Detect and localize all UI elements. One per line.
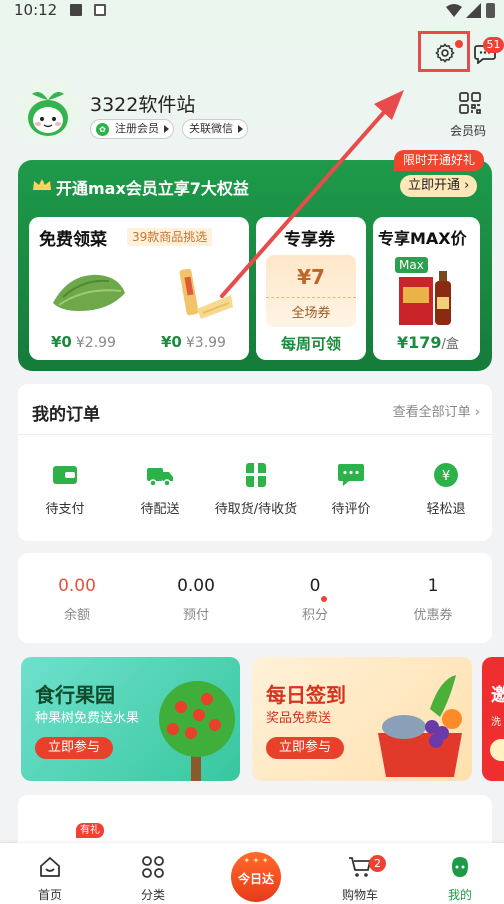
banner-title: 每日签到 — [266, 683, 346, 707]
wallet-label: 预付 — [182, 608, 209, 623]
view-all-orders-link[interactable]: 查看全部订单 › — [393, 401, 480, 420]
free-veg-item-price: ¥0 ¥2.99 — [51, 333, 116, 351]
mine-profile-icon — [452, 857, 468, 877]
wallet-value: 0.00 — [58, 576, 96, 596]
max-tag: Max — [395, 257, 428, 273]
wallet-icon — [53, 466, 77, 484]
view-all-orders-label: 查看全部订单 — [392, 405, 471, 420]
annotation-arrow — [220, 90, 404, 298]
tab-label: 我的 — [447, 888, 472, 902]
invite-banner[interactable]: 邀 洗 — [482, 657, 504, 781]
price-old: ¥2.99 — [75, 335, 116, 351]
order-status-label: 待支付 — [45, 502, 85, 517]
order-status-pending-pickup[interactable]: 待取货/待收货 — [206, 462, 306, 517]
wallet-balance[interactable]: 0.00 余额 — [27, 576, 127, 623]
order-status-pending-delivery[interactable]: 待配送 — [110, 462, 210, 517]
daily-checkin-banner[interactable]: 每日签到 奖品免费送 立即参与 — [252, 657, 472, 781]
comment-icon — [338, 464, 364, 486]
delivery-truck-icon — [147, 468, 173, 487]
orchard-banner[interactable]: 食行果园 种果树免费送水果 立即参与 — [21, 657, 240, 781]
fruit-tree-image — [159, 681, 235, 781]
wallet-value: 0 — [309, 576, 321, 596]
tab-category[interactable]: 分类 — [113, 843, 193, 904]
grocery-basket-image — [378, 675, 462, 777]
cart-icon — [349, 857, 371, 877]
max-price-unit: /盒 — [441, 337, 459, 352]
chevron-right-icon: › — [474, 405, 480, 420]
checkin-join-button[interactable]: 立即参与 — [266, 737, 344, 759]
wallet-panel: 0.00 余额 0.00 预付 0 积分 1 优惠券 — [18, 553, 492, 643]
cart-badge: 2 — [369, 855, 386, 872]
tab-cart[interactable]: 购物车 — [320, 843, 400, 904]
today-delivery-decoration: ✦ ✦ ✦ — [243, 856, 269, 865]
my-orders-panel: 我的订单 查看全部订单 › 待支付 待配送 待取货/待收货 待评价 ¥ 轻松退 — [18, 384, 492, 541]
tab-label: 首页 — [37, 888, 62, 902]
banner-subtitle: 种果树免费送水果 — [35, 711, 140, 726]
wallet-label: 积分 — [301, 608, 328, 623]
svg-text:¥: ¥ — [442, 469, 450, 484]
gift-tag: 有礼 — [76, 823, 104, 838]
order-status-label: 待取货/待收货 — [214, 502, 298, 517]
category-icon — [142, 856, 164, 878]
wallet-points[interactable]: 0 积分 — [265, 576, 365, 623]
wallet-label: 余额 — [63, 608, 90, 623]
order-status-easy-refund[interactable]: ¥ 轻松退 — [396, 462, 496, 517]
wallet-value: 0.00 — [177, 576, 215, 596]
package-icon — [246, 463, 266, 487]
price-old: ¥3.99 — [185, 335, 226, 351]
wallet-label: 优惠券 — [413, 608, 453, 623]
banner-subtitle: 奖品免费送 — [266, 711, 332, 726]
order-status-label: 待评价 — [331, 502, 371, 517]
max-price-amount: ¥179 — [397, 333, 442, 352]
max-price-value: ¥179/盒 — [397, 333, 459, 352]
wallet-value: 1 — [427, 576, 439, 596]
tab-label: 分类 — [140, 888, 165, 902]
orders-title: 我的订单 — [32, 405, 100, 425]
banner-title: 邀 — [491, 685, 504, 706]
banner-button — [490, 739, 504, 761]
order-status-label: 待配送 — [140, 502, 180, 517]
points-badge-dot — [321, 596, 327, 602]
refund-icon: ¥ — [434, 463, 458, 487]
banner-title: 食行果园 — [35, 683, 115, 707]
order-status-pending-review[interactable]: 待评价 — [301, 462, 401, 517]
tab-home[interactable]: 首页 — [10, 843, 90, 904]
wallet-coupons[interactable]: 1 优惠券 — [383, 576, 483, 623]
price-now: ¥0 — [161, 333, 182, 351]
order-status-pending-payment[interactable]: 待支付 — [15, 462, 115, 517]
free-veg-item-price: ¥0 ¥3.99 — [161, 333, 226, 351]
order-status-label: 轻松退 — [426, 502, 466, 517]
tab-today-delivery[interactable]: ✦ ✦ ✦ 今日达 — [231, 852, 281, 902]
orchard-join-button[interactable]: 立即参与 — [35, 737, 113, 759]
price-now: ¥0 — [51, 333, 72, 351]
home-icon — [40, 857, 60, 877]
banner-subtitle: 洗 — [491, 717, 501, 728]
tab-label: 今日达 — [237, 872, 274, 886]
tab-label: 购物车 — [341, 888, 378, 902]
tab-mine[interactable]: 我的 — [420, 843, 500, 904]
orders-divider — [18, 434, 492, 435]
coupon-weekly-label: 每周可领 — [280, 335, 341, 353]
wallet-prepaid[interactable]: 0.00 预付 — [146, 576, 246, 623]
